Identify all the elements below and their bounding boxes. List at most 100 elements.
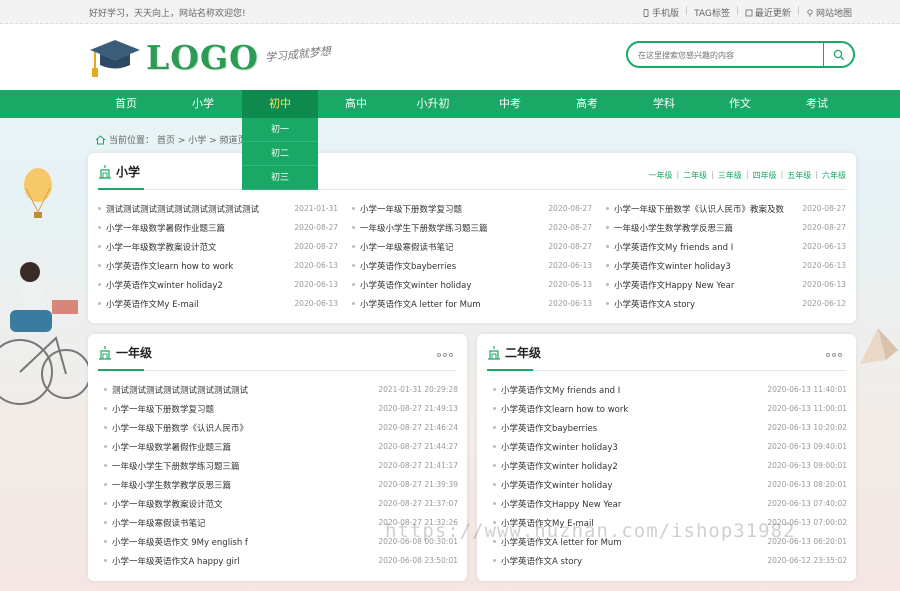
nav-item-senior[interactable]: 高中 — [318, 90, 394, 118]
grade-link-1[interactable]: 一年级 — [648, 170, 672, 181]
list-item-title[interactable]: 小学一年级数学教案设计范文 — [112, 498, 374, 510]
list-item[interactable]: 小学英语作文A story 2020-06-12 — [606, 294, 846, 313]
nav-item-junior[interactable]: 初中 — [242, 90, 318, 118]
grade-link-6[interactable]: 六年级 — [822, 170, 846, 181]
breadcrumb-path[interactable]: 首页 > 小学 > 频道页 — [157, 133, 247, 146]
list-item-title[interactable]: 小学一年级寒假读书笔记 — [112, 517, 374, 529]
list-item[interactable]: 小学英语作文learn how to work 2020-06-13 — [98, 256, 338, 275]
list-item-title[interactable]: 一年级小学生数学教学反思三篇 — [614, 222, 798, 234]
list-item-title[interactable]: 小学一年级下册数学《认识人民币》教案及数 — [614, 203, 798, 215]
list-item-title[interactable]: 小学英语作文A story — [501, 555, 763, 567]
list-item-title[interactable]: 小学一年级英语作文 9My english f — [112, 536, 374, 548]
list-item-title[interactable]: 小学英语作文winter holiday — [501, 479, 763, 491]
dropdown-item-grade8[interactable]: 初二 — [242, 142, 318, 166]
grade-link-3[interactable]: 三年级 — [718, 170, 742, 181]
search-button[interactable] — [823, 43, 853, 66]
list-item[interactable]: 小学一年级寒假读书笔记 2020-08-27 — [352, 237, 592, 256]
more-button[interactable] — [437, 353, 453, 357]
list-item[interactable]: 小学英语作文winter holiday3 2020-06-13 — [606, 256, 846, 275]
nav-item-exam[interactable]: 考试 — [779, 90, 855, 118]
panel-header: 一年级 — [98, 344, 152, 361]
list-item-title[interactable]: 小学英语作文My friends and I — [614, 241, 798, 253]
list-item[interactable]: 测试测试测试测试测试测试测试测试 2021-01-31 20:29:28 — [104, 380, 458, 399]
grade-link-4[interactable]: 四年级 — [753, 170, 777, 181]
tag-link[interactable]: TAG标签 — [694, 6, 730, 19]
list-item[interactable]: 一年级小学生下册数学练习题三篇 2020-08-27 21:41:17 — [104, 456, 458, 475]
list-item-title[interactable]: 小学英语作文winter holiday3 — [501, 441, 763, 453]
list-item-title[interactable]: 小学一年级下册数学《认识人民币》 — [112, 422, 374, 434]
nav-item-zhongkao[interactable]: 中考 — [472, 90, 548, 118]
list-item-title[interactable]: 小学一年级英语作文A happy girl — [112, 555, 374, 567]
list-item[interactable]: 小学英语作文A story 2020-06-12 23:35:02 — [493, 551, 847, 570]
list-item[interactable]: 一年级小学生下册数学练习题三篇 2020-08-27 — [352, 218, 592, 237]
list-item[interactable]: 小学英语作文Happy New Year 2020-06-13 — [606, 275, 846, 294]
list-item-title[interactable]: 小学一年级数学暑假作业题三篇 — [106, 222, 290, 234]
list-item[interactable]: 小学一年级数学暑假作业题三篇 2020-08-27 21:44:27 — [104, 437, 458, 456]
list-item[interactable]: 小学英语作文My friends and I 2020-06-13 11:40:0… — [493, 380, 847, 399]
list-item[interactable]: 小学英语作文bayberries 2020-06-13 — [352, 256, 592, 275]
sitemap-link[interactable]: 网站地图 — [806, 6, 852, 19]
list-item-title[interactable]: 小学英语作文My friends and I — [501, 384, 763, 396]
list-item-title[interactable]: 小学英语作文learn how to work — [106, 260, 290, 272]
list-item-title[interactable]: 小学一年级下册数学复习题 — [112, 403, 374, 415]
list-item[interactable]: 小学一年级数学暑假作业题三篇 2020-08-27 — [98, 218, 338, 237]
list-item-title[interactable]: 小学英语作文Happy New Year — [614, 279, 798, 291]
recent-updates-link[interactable]: 最近更新 — [745, 6, 791, 19]
list-item[interactable]: 小学英语作文bayberries 2020-06-13 10:20:02 — [493, 418, 847, 437]
list-item[interactable]: 小学英语作文My E-mail 2020-06-13 — [98, 294, 338, 313]
nav-item-xiaoshengchu[interactable]: 小升初 — [395, 90, 471, 118]
list-item[interactable]: 一年级小学生数学教学反思三篇 2020-08-27 21:39:39 — [104, 475, 458, 494]
nav-item-essay[interactable]: 作文 — [702, 90, 778, 118]
dropdown-item-grade9[interactable]: 初三 — [242, 166, 318, 190]
list-item-title[interactable]: 小学英语作文bayberries — [360, 260, 544, 272]
list-item-title[interactable]: 小学英语作文Happy New Year — [501, 498, 763, 510]
nav-item-primary[interactable]: 小学 — [165, 90, 241, 118]
list-item-title[interactable]: 小学英语作文learn how to work — [501, 403, 763, 415]
list-item[interactable]: 一年级小学生数学教学反思三篇 2020-08-27 — [606, 218, 846, 237]
list-item[interactable]: 小学英语作文winter holiday2 2020-06-13 — [98, 275, 338, 294]
list-item-title[interactable]: 小学英语作文winter holiday — [360, 279, 544, 291]
list-item-title[interactable]: 一年级小学生下册数学练习题三篇 — [112, 460, 374, 472]
list-item[interactable]: 小学英语作文A letter for Mum 2020-06-13 — [352, 294, 592, 313]
search-input[interactable] — [638, 47, 823, 63]
list-item[interactable]: 小学英语作文winter holiday2 2020-06-13 09:00:01 — [493, 456, 847, 475]
list-item-title[interactable]: 小学英语作文winter holiday2 — [501, 460, 763, 472]
grade-link-5[interactable]: 五年级 — [787, 170, 811, 181]
mobile-link[interactable]: 手机版 — [642, 6, 679, 19]
list-item-title[interactable]: 小学英语作文My E-mail — [106, 298, 290, 310]
list-item[interactable]: 小学英语作文winter holiday 2020-06-13 — [352, 275, 592, 294]
list-item[interactable]: 小学英语作文winter holiday3 2020-06-13 09:40:01 — [493, 437, 847, 456]
more-button[interactable] — [826, 353, 842, 357]
list-item-title[interactable]: 小学英语作文bayberries — [501, 422, 763, 434]
list-item[interactable]: 小学一年级下册数学《认识人民币》 2020-08-27 21:46:24 — [104, 418, 458, 437]
list-item-title[interactable]: 小学一年级数学暑假作业题三篇 — [112, 441, 374, 453]
nav-item-subjects[interactable]: 学科 — [626, 90, 702, 118]
list-item-title[interactable]: 一年级小学生下册数学练习题三篇 — [360, 222, 544, 234]
list-item-title[interactable]: 小学英语作文winter holiday3 — [614, 260, 798, 272]
list-item-title[interactable]: 小学英语作文A letter for Mum — [360, 298, 544, 310]
list-item[interactable]: 小学一年级下册数学复习题 2020-08-27 — [352, 199, 592, 218]
list-item[interactable]: 小学英语作文Happy New Year 2020-06-13 07:40:02 — [493, 494, 847, 513]
site-logo[interactable]: LOGO — [88, 34, 259, 80]
grade-link-2[interactable]: 二年级 — [683, 170, 707, 181]
list-item[interactable]: 小学一年级下册数学复习题 2020-08-27 21:49:13 — [104, 399, 458, 418]
dropdown-item-grade7[interactable]: 初一 — [242, 118, 318, 142]
list-item[interactable]: 小学一年级数学教案设计范文 2020-08-27 — [98, 237, 338, 256]
nav-item-gaokao[interactable]: 高考 — [549, 90, 625, 118]
list-item-title[interactable]: 小学一年级寒假读书笔记 — [360, 241, 544, 253]
list-item-title[interactable]: 小学一年级下册数学复习题 — [360, 203, 544, 215]
list-item-title[interactable]: 小学英语作文A story — [614, 298, 798, 310]
list-item[interactable]: 小学一年级数学教案设计范文 2020-08-27 21:37:07 — [104, 494, 458, 513]
list-item[interactable]: 测试测试测试测试测试测试测试测试测试 2021-01-31 — [98, 199, 338, 218]
list-item-title[interactable]: 测试测试测试测试测试测试测试测试 — [112, 384, 374, 396]
list-item-title[interactable]: 一年级小学生数学教学反思三篇 — [112, 479, 374, 491]
list-item[interactable]: 小学英语作文learn how to work 2020-06-13 11:00:… — [493, 399, 847, 418]
list-item[interactable]: 小学一年级英语作文A happy girl 2020-06-08 23:50:01 — [104, 551, 458, 570]
list-item[interactable]: 小学英语作文My friends and I 2020-06-13 — [606, 237, 846, 256]
list-item-title[interactable]: 小学英语作文winter holiday2 — [106, 279, 290, 291]
list-item-title[interactable]: 小学一年级数学教案设计范文 — [106, 241, 290, 253]
list-item-title[interactable]: 测试测试测试测试测试测试测试测试测试 — [106, 203, 290, 215]
list-item[interactable]: 小学一年级下册数学《认识人民币》教案及数 2020-08-27 — [606, 199, 846, 218]
nav-item-home[interactable]: 首页 — [88, 90, 164, 118]
list-item[interactable]: 小学英语作文winter holiday 2020-06-13 08:20:01 — [493, 475, 847, 494]
